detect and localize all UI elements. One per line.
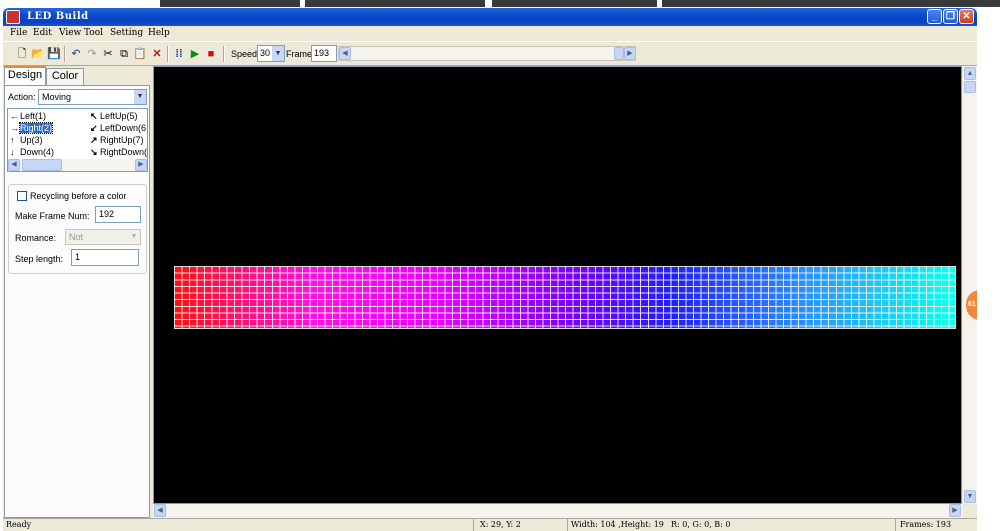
direction-list-scrollbar[interactable]: ◀ ▶	[8, 159, 147, 171]
action-value: Moving	[42, 92, 72, 102]
tab-color[interactable]: Color	[46, 68, 84, 85]
scroll-left-icon[interactable]: ◀	[154, 504, 166, 517]
list-scroll-thumb[interactable]	[22, 159, 62, 171]
toolbar: 🗋 📂 💾 ↶ ↷ ✂ ⧉ 📋 ✕ ⁞⁞ ▶ ■ Speed: 30 ▼ Fra…	[3, 41, 977, 66]
list-item[interactable]: ↗ RightUp(7)	[90, 135, 144, 146]
arrow-up-left-icon: ↖	[90, 111, 98, 121]
app-icon	[6, 10, 20, 24]
status-separator	[567, 519, 568, 531]
menu-setting[interactable]: Setting	[110, 28, 143, 38]
led-matrix-preview[interactable]	[174, 266, 956, 329]
copy-icon[interactable]: ⧉	[117, 47, 131, 61]
window-title: LED Build	[27, 11, 89, 22]
title-bar: LED Build _ ❐ ✕	[3, 8, 977, 26]
close-button[interactable]: ✕	[959, 9, 974, 24]
stop-icon[interactable]: ■	[204, 47, 218, 61]
chevron-down-icon[interactable]: ▼	[134, 90, 146, 104]
arrow-down-right-icon: ↘	[90, 147, 98, 157]
arrow-up-right-icon: ↗	[90, 135, 98, 145]
led-canvas[interactable]	[153, 66, 962, 504]
arrow-down-left-icon: ↙	[90, 123, 98, 133]
chevron-down-icon[interactable]: ▼	[128, 230, 140, 244]
canvas-vertical-scrollbar[interactable]: ▲ ▼	[963, 66, 977, 504]
step-length-input[interactable]: 1	[71, 249, 139, 266]
scroll-down-icon[interactable]: ▼	[964, 490, 976, 503]
menu-edit[interactable]: Edit	[33, 28, 52, 38]
chevron-down-icon[interactable]: ▼	[272, 46, 284, 61]
make-frame-label: Make Frame Num:	[15, 211, 90, 221]
play-icon[interactable]: ▶	[188, 47, 202, 61]
undo-icon[interactable]: ↶	[69, 47, 83, 61]
menu-tool[interactable]: Tool	[84, 28, 103, 38]
status-frames: Frames: 193	[900, 520, 952, 529]
romance-value: Not	[69, 232, 84, 242]
grid-icon[interactable]: ⁞⁞	[172, 47, 186, 61]
top-screen-strip	[0, 0, 1000, 8]
desktop-edge	[977, 8, 1000, 531]
menu-bar: File Edit View Tool Setting Help	[3, 26, 977, 41]
new-file-icon[interactable]: 🗋	[15, 47, 29, 61]
status-separator	[895, 519, 896, 531]
status-ready: Ready	[6, 520, 32, 529]
status-size: Width: 104 ,Height: 19	[571, 520, 664, 529]
list-item[interactable]: ↙ LeftDown(6	[90, 123, 146, 134]
list-item[interactable]: ↘ RightDown(	[90, 147, 147, 158]
make-frame-input[interactable]: 192	[95, 206, 141, 223]
menu-file[interactable]: File	[10, 28, 27, 38]
scroll-left-icon[interactable]: ◀	[8, 159, 20, 171]
recycling-checkbox[interactable]	[17, 191, 27, 201]
list-item[interactable]: →Right(2)	[10, 122, 54, 134]
speed-select[interactable]: 30 ▼	[257, 45, 285, 62]
toolbar-separator	[64, 46, 66, 62]
toolbar-separator	[167, 46, 169, 62]
frame-scrollbar[interactable]: ◀ ▶	[338, 46, 636, 61]
speed-value: 30	[260, 48, 271, 58]
scroll-right-icon[interactable]: ▶	[624, 47, 636, 60]
paste-icon[interactable]: 📋	[133, 47, 147, 61]
list-item[interactable]: ↓ Down(4)	[10, 147, 54, 157]
menu-help[interactable]: Help	[148, 28, 170, 38]
romance-label: Romance:	[15, 233, 57, 243]
scroll-right-icon[interactable]: ▶	[949, 504, 961, 517]
minimize-button[interactable]: _	[927, 9, 942, 24]
redo-icon[interactable]: ↷	[85, 47, 99, 61]
list-item[interactable]: ←Left(1)	[10, 111, 46, 121]
tab-design[interactable]: Design	[4, 66, 46, 85]
status-bar: Ready X: 29, Y: 2 Width: 104 ,Height: 19…	[3, 518, 977, 531]
frame-input[interactable]: 193	[311, 45, 337, 62]
arrow-down-icon: ↓	[10, 147, 15, 157]
scroll-left-icon[interactable]: ◀	[339, 47, 351, 60]
design-tab-body: Action: Moving ▼ ←Left(1) →Right(2) ↑ Up(…	[4, 85, 150, 518]
menu-view[interactable]: View	[59, 28, 81, 38]
scroll-up-icon[interactable]: ▲	[964, 67, 976, 80]
open-folder-icon[interactable]: 📂	[31, 47, 45, 61]
speed-label: Speed:	[231, 49, 260, 59]
step-length-label: Step length:	[15, 254, 64, 264]
left-panel: Design Color Action: Moving ▼ ←Left(1) →…	[3, 66, 151, 518]
restore-button[interactable]: ❐	[943, 9, 958, 24]
status-rgb: R: 0, G: 0, B: 0	[671, 520, 731, 529]
action-select[interactable]: Moving ▼	[38, 89, 147, 105]
recycling-label: Recycling before a color	[30, 191, 127, 201]
frame-scroll-thumb[interactable]	[614, 47, 624, 60]
status-separator	[473, 519, 474, 531]
toolbar-separator	[223, 46, 225, 62]
status-coords: X: 29, Y: 2	[480, 520, 521, 529]
scroll-right-icon[interactable]: ▶	[135, 159, 147, 171]
arrow-right-icon: →	[10, 123, 19, 133]
app-window: LED Build _ ❐ ✕ File Edit View Tool Sett…	[3, 8, 977, 531]
delete-icon[interactable]: ✕	[150, 47, 164, 61]
arrow-left-icon: ←	[10, 111, 19, 121]
action-label: Action:	[8, 92, 36, 102]
cut-icon[interactable]: ✂	[101, 47, 115, 61]
vertical-scroll-thumb[interactable]	[964, 81, 976, 93]
save-icon[interactable]: 💾	[47, 47, 61, 61]
arrow-up-icon: ↑	[10, 135, 15, 145]
direction-list[interactable]: ←Left(1) →Right(2) ↑ Up(3) ↓ Down(4) ↖ Left…	[7, 108, 148, 172]
canvas-horizontal-scrollbar[interactable]: ◀ ▶	[153, 504, 963, 518]
list-item[interactable]: ↖ LeftUp(5)	[90, 111, 138, 122]
list-item[interactable]: ↑ Up(3)	[10, 135, 43, 145]
romance-select[interactable]: Not ▼	[65, 229, 141, 245]
options-group: Recycling before a color Make Frame Num:…	[8, 184, 147, 274]
